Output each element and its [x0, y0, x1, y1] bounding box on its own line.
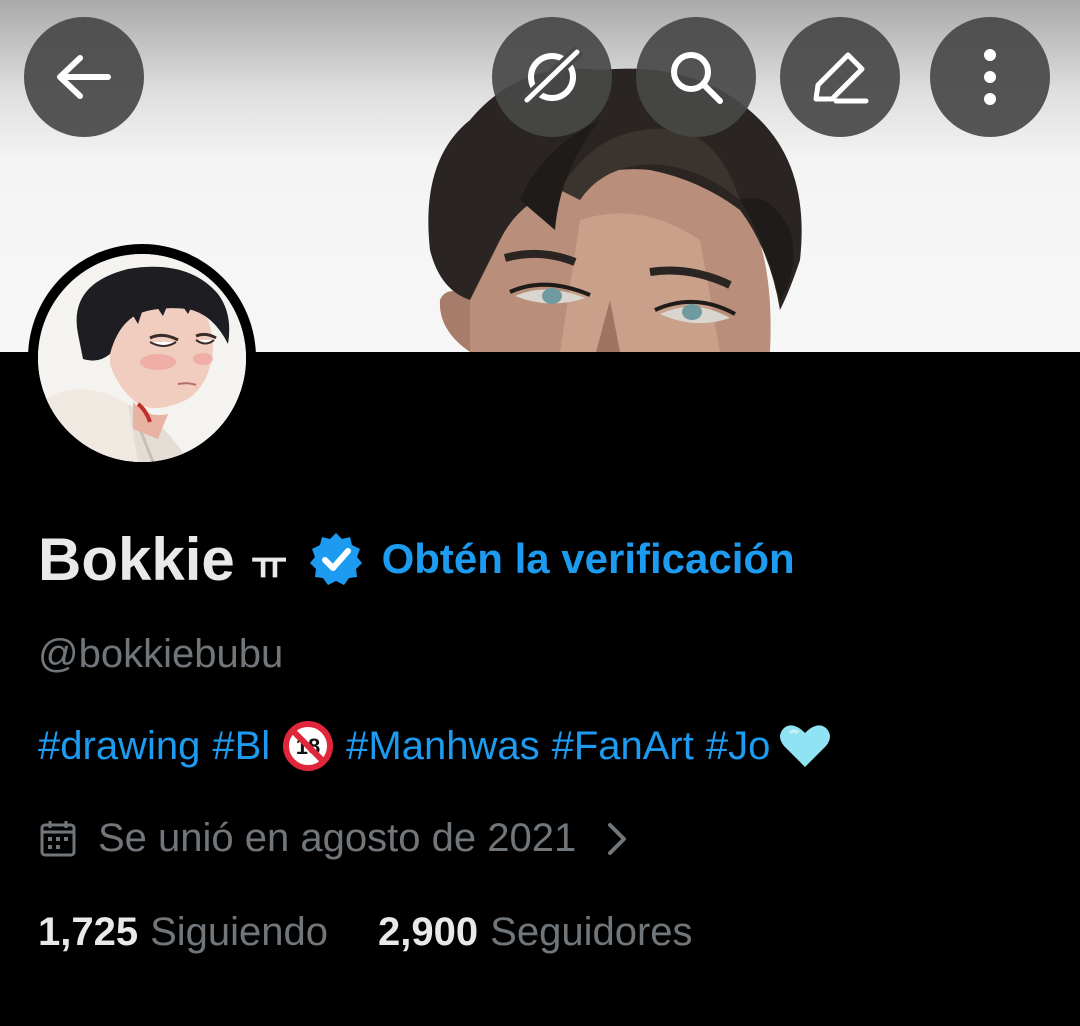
- hashtag-link[interactable]: #drawing: [38, 724, 200, 769]
- search-button[interactable]: [636, 17, 756, 137]
- back-button[interactable]: [24, 17, 144, 137]
- hashtag-link[interactable]: #Manhwas: [346, 724, 539, 769]
- avatar[interactable]: [28, 244, 256, 472]
- get-verified-link[interactable]: Obtén la verificación: [382, 535, 795, 583]
- bio: #drawing #Bl 18 #Manhwas #FanArt #Jo: [38, 720, 832, 772]
- hashtag-link[interactable]: #FanArt: [552, 724, 694, 769]
- follow-stats: 1,725 Siguiendo 2,900 Seguidores: [38, 910, 693, 955]
- followers-label[interactable]: Seguidores: [490, 910, 692, 955]
- avatar-image: [38, 254, 246, 462]
- calendar-icon: [40, 820, 76, 856]
- chevron-right-icon: [608, 822, 627, 855]
- name-row: Bokkie ㅠ Obtén la verificación: [38, 524, 795, 594]
- user-handle: @bokkiebubu: [38, 632, 284, 676]
- followers-count[interactable]: 2,900: [378, 910, 478, 955]
- following-count[interactable]: 1,725: [38, 910, 138, 955]
- hashtag-link[interactable]: #Bl: [212, 724, 270, 769]
- verified-badge-icon[interactable]: [308, 531, 364, 587]
- edit-button[interactable]: [780, 17, 900, 137]
- hashtag-link[interactable]: #Jo: [706, 724, 771, 769]
- pencil-icon: [813, 52, 869, 104]
- arrow-left-icon: [57, 55, 111, 99]
- display-name: Bokkie: [38, 525, 235, 593]
- search-icon: [671, 52, 723, 104]
- grok-button[interactable]: [492, 17, 612, 137]
- more-vertical-icon: [984, 49, 996, 105]
- following-label[interactable]: Siguiendo: [150, 910, 328, 955]
- light-blue-heart-icon: [778, 721, 832, 771]
- name-glyph: ㅠ: [250, 544, 288, 588]
- no-under-18-icon: 18: [282, 720, 334, 772]
- slash-circle-icon: [520, 45, 584, 107]
- joined-date[interactable]: Se unió en agosto de 2021: [38, 816, 630, 861]
- joined-text: Se unió en agosto de 2021: [98, 816, 577, 860]
- more-button[interactable]: [930, 17, 1050, 137]
